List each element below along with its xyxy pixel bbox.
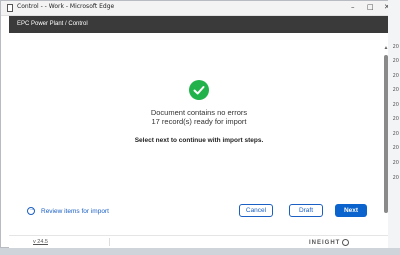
success-check-icon — [189, 80, 209, 100]
draft-button[interactable]: Draft — [289, 204, 323, 217]
review-items-label: Review items for import — [41, 207, 109, 215]
bg-fragment: 20 — [392, 145, 399, 151]
cancel-button[interactable]: Cancel — [239, 204, 273, 217]
breadcrumb[interactable]: EPC Power Plant / Control — [17, 21, 88, 27]
app-header: EPC Power Plant / Control — [9, 16, 389, 33]
bg-fragment: 20 — [392, 116, 399, 122]
window-title: Control - - Work - Microsoft Edge — [17, 3, 115, 10]
bg-fragment: 20 — [392, 73, 399, 79]
review-items-link[interactable]: → Review items for import — [27, 205, 109, 217]
next-button[interactable]: Next — [335, 204, 367, 217]
import-dialog: ▲ Document contains no errors 17 record(… — [9, 33, 389, 247]
footer-divider — [109, 238, 110, 246]
document-icon — [7, 4, 13, 12]
version-link[interactable]: v 24.5 — [33, 239, 48, 245]
brand-name: INEIGHT — [309, 240, 341, 247]
title-bar: Control - - Work - Microsoft Edge – □ ✕ — [1, 1, 400, 16]
taskbar — [0, 248, 400, 255]
background-right-panel: 20 20 20 20 20 20 20 20 20 20 — [388, 0, 400, 255]
status-message: Document contains no errors — [150, 108, 248, 117]
bg-fragment: 20 — [392, 58, 399, 64]
minimize-button[interactable]: – — [351, 3, 355, 11]
bg-fragment: 20 — [392, 175, 399, 181]
browser-window: Control - - Work - Microsoft Edge – □ ✕ … — [0, 0, 400, 248]
brand-logo: INEIGHT — [309, 239, 350, 247]
bg-fragment: 20 — [392, 102, 399, 108]
bg-fragment: 20 — [392, 44, 399, 50]
record-count: 17 record(s) ready for import — [151, 117, 247, 126]
bg-fragment: 20 — [392, 160, 399, 166]
app-footer: v 24.5 INEIGHT — [9, 235, 389, 248]
maximize-button[interactable]: □ — [367, 3, 374, 11]
brand-mark-icon — [342, 239, 350, 246]
bg-fragment: 20 — [392, 131, 399, 137]
instruction-text: Select next to continue with import step… — [134, 137, 264, 144]
arrow-right-circle-icon: → — [27, 206, 35, 215]
bg-fragment: 20 — [392, 87, 399, 93]
